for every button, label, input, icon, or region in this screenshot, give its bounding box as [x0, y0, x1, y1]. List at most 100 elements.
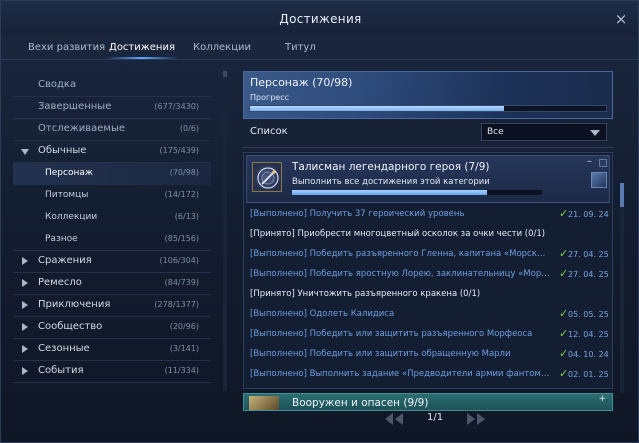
- sidebar-item-label: Разное: [45, 234, 78, 244]
- row-text: [Выполнено] Победить или защитить разъяр…: [250, 329, 533, 339]
- sidebar-item-completed[interactable]: Завершенные (677/3430): [13, 97, 211, 119]
- tab-bar: Вехи развития Достижения Коллекции Титул: [1, 39, 638, 59]
- list-scrollbar[interactable]: [620, 183, 624, 393]
- sidebar-item-label: Коллекции: [45, 212, 98, 222]
- row-date: 27. 04. 25: [568, 270, 609, 279]
- sidebar-item-label: Приключения: [38, 299, 111, 310]
- sidebar-item-label: Персонаж: [45, 168, 93, 178]
- sidebar-item-label: Завершенные: [38, 101, 112, 112]
- achievement-progress-bar: [292, 190, 542, 195]
- checkmark-icon: ✓: [559, 267, 569, 280]
- list-item[interactable]: [Выполнено] Одолеть Калидиса ✓ 05. 05. 2…: [250, 307, 610, 324]
- sidebar-item-collections[interactable]: Коллекции (6/13): [13, 207, 211, 229]
- sidebar-item-count: (3/141): [169, 344, 199, 353]
- tabs-divider: [1, 59, 638, 60]
- list-item[interactable]: [Выполнено] Победить яростную Лорею, зак…: [250, 267, 610, 284]
- sidebar-item-character[interactable]: Персонаж (70/98): [13, 163, 211, 185]
- row-text: [Принято] Уничтожить разъяренного кракен…: [250, 289, 481, 299]
- sidebar-item-count: (14/172): [164, 190, 199, 199]
- sidebar-item-count: (0/6): [179, 124, 199, 133]
- main-panel: Персонаж (70/98) Прогресс Список Все Тал…: [243, 71, 613, 421]
- close-button[interactable]: ×: [612, 10, 630, 28]
- sidebar-item-count: (677/3430): [154, 102, 199, 111]
- row-text: [Выполнено] Одолеть Калидиса: [250, 309, 395, 319]
- row-text: [Принято] Приобрести многоцветный осколо…: [250, 229, 546, 239]
- sidebar-item-summary[interactable]: Сводка: [13, 75, 211, 97]
- row-date: 21. 09. 24: [568, 210, 609, 219]
- list-item[interactable]: [Принято] Уничтожить разъяренного кракен…: [250, 288, 610, 304]
- list-item[interactable]: [Выполнено] Получить 37 героический уров…: [250, 207, 610, 224]
- reward-item-icon[interactable]: [591, 172, 607, 188]
- list-item[interactable]: [Выполнено] Победить разъяренного Гленна…: [250, 247, 610, 264]
- row-date: 27. 04. 25: [568, 250, 609, 259]
- chevron-down-icon: [590, 130, 600, 136]
- tab-milestones[interactable]: Вехи развития: [28, 39, 105, 59]
- sidebar-item-label: Питомцы: [45, 190, 89, 200]
- row-text: [Выполнено] Победить разъяренного Гленна…: [250, 249, 550, 259]
- category-sidebar: Сводка Завершенные (677/3430) Отслеживае…: [13, 71, 211, 386]
- sidebar-scroll-thumb[interactable]: [223, 71, 227, 77]
- sidebar-item-pets[interactable]: Питомцы (14/172): [13, 185, 211, 207]
- list-item[interactable]: [Выполнено] Победить или защитить разъяр…: [250, 327, 610, 344]
- tab-title[interactable]: Титул: [285, 39, 316, 59]
- achievements-window: Достижения × Вехи развития Достижения Ко…: [0, 0, 639, 443]
- checkmark-icon: ✓: [559, 347, 569, 360]
- checkmark-icon: ✓: [559, 367, 569, 380]
- list-item[interactable]: [Выполнено] Победить или защитить обраще…: [250, 347, 610, 364]
- sidebar-item-count: (6/13): [174, 212, 199, 221]
- sidebar-item-count: (175/439): [159, 146, 199, 155]
- sidebar-item-crafting[interactable]: Ремесло (84/739): [13, 273, 211, 295]
- filter-value: Все: [487, 127, 504, 137]
- row-text: [Выполнено] Победить яростную Лорею, зак…: [250, 269, 550, 279]
- sidebar-item-common[interactable]: Обычные (175/439): [13, 141, 211, 163]
- list-scroll-thumb[interactable]: [620, 183, 624, 207]
- track-checkbox[interactable]: [599, 159, 607, 167]
- category-header: Персонаж (70/98) Прогресс: [243, 71, 613, 119]
- list-item[interactable]: [Выполнено] Выполнить задание «Предводит…: [250, 367, 610, 384]
- sidebar-item-label: Обычные: [38, 145, 87, 156]
- achievement-progress-fill: [292, 190, 487, 195]
- chevron-right-icon: [22, 279, 28, 287]
- compass-icon: [252, 162, 282, 192]
- sidebar-item-count: (20/96): [169, 322, 199, 331]
- sidebar-item-label: Сводка: [38, 79, 77, 90]
- sidebar-item-events[interactable]: События (11/334): [13, 361, 211, 383]
- achievement-name: Талисман легендарного героя (7/9): [292, 161, 490, 173]
- sidebar-item-label: Ремесло: [38, 277, 82, 288]
- filter-dropdown[interactable]: Все: [481, 123, 607, 141]
- row-date: 12. 04. 25: [568, 330, 609, 339]
- row-text: [Выполнено] Победить или защитить обраще…: [250, 349, 511, 359]
- expand-button[interactable]: +: [598, 394, 606, 404]
- page-indicator: 1/1: [427, 412, 444, 423]
- list-label: Список: [250, 126, 288, 137]
- achievement-header[interactable]: Талисман легендарного героя (7/9) Выполн…: [246, 155, 610, 203]
- tab-achievements[interactable]: Достижения: [105, 39, 179, 59]
- progress-label: Прогресс: [250, 93, 289, 102]
- sidebar-scrollbar[interactable]: [223, 71, 227, 391]
- sidebar-item-battles[interactable]: Сражения (106/304): [13, 251, 211, 273]
- sidebar-item-community[interactable]: Сообщество (20/96): [13, 317, 211, 339]
- sidebar-item-seasonal[interactable]: Сезонные (3/141): [13, 339, 211, 361]
- pagination: 1/1: [243, 407, 613, 431]
- sidebar-item-count: (70/98): [169, 168, 199, 177]
- achievement-description: Выполнить все достижения этой категории: [292, 177, 490, 187]
- sidebar-item-misc[interactable]: Разное (85/156): [13, 229, 211, 251]
- sidebar-item-label: Сезонные: [38, 343, 90, 354]
- sidebar-item-count: (106/304): [159, 256, 199, 265]
- category-progress-bar: [249, 105, 607, 112]
- collapse-button[interactable]: –: [587, 157, 595, 167]
- next-page-button[interactable]: [465, 412, 487, 426]
- tab-collections[interactable]: Коллекции: [193, 39, 251, 59]
- sidebar-item-label: События: [38, 365, 84, 376]
- chevron-right-icon: [22, 367, 28, 375]
- prev-page-button[interactable]: [383, 412, 405, 426]
- sidebar-item-adventures[interactable]: Приключения (278/1377): [13, 295, 211, 317]
- chevron-right-icon: [22, 345, 28, 353]
- list-item[interactable]: [Принято] Приобрести многоцветный осколо…: [250, 228, 610, 244]
- sidebar-item-label: Отслеживаемые: [38, 123, 126, 134]
- sidebar-item-count: (11/334): [164, 366, 199, 375]
- sidebar-item-tracked[interactable]: Отслеживаемые (0/6): [13, 119, 211, 141]
- checkmark-icon: ✓: [559, 207, 569, 220]
- sidebar-item-label: Сообщество: [38, 321, 103, 332]
- chevron-right-icon: [22, 301, 28, 309]
